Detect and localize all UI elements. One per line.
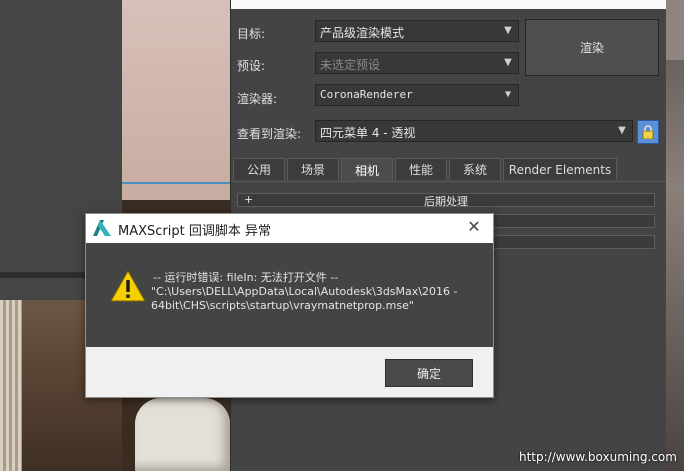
viewport-right-scene xyxy=(665,0,684,471)
viewport-guide-line xyxy=(122,182,232,184)
viewport-column xyxy=(0,300,22,471)
error-message-line3: 64bit\CHS\scripts\startup\vraymatnetprop… xyxy=(151,299,414,312)
dialog-footer: 确定 xyxy=(86,347,493,397)
tab-camera[interactable]: 相机 xyxy=(341,158,393,181)
preset-placeholder: 未选定预设 xyxy=(320,58,381,72)
watermark: http://www.boxuming.com xyxy=(519,450,677,464)
error-message-line1: -- 运行时错误: fileIn: 无法打开文件 -- xyxy=(153,271,339,284)
close-icon[interactable]: ✕ xyxy=(464,217,484,237)
view-to-render-value: 四元菜单 4 - 透视 xyxy=(320,126,416,140)
renderer-value: CoronaRenderer xyxy=(320,88,413,101)
tab-performance[interactable]: 性能 xyxy=(395,158,447,180)
dialog-titlebar: MAXScript 回调脚本 异常 ✕ xyxy=(86,214,493,243)
maxscript-error-dialog: MAXScript 回调脚本 异常 ✕ -- 运行时错误: fileIn: 无法… xyxy=(85,213,494,398)
preset-label: 预设: xyxy=(237,59,266,73)
dialog-title: MAXScript 回调脚本 异常 xyxy=(118,224,271,239)
view-to-render-dropdown[interactable]: 四元菜单 4 - 透视 ▼ xyxy=(315,120,633,142)
3dsmax-logo-icon xyxy=(93,220,111,236)
chevron-down-icon: ▼ xyxy=(504,25,512,36)
warning-icon xyxy=(110,270,146,302)
dialog-body: -- 运行时错误: fileIn: 无法打开文件 -- "C:\Users\DE… xyxy=(86,243,493,347)
viewport-right-top xyxy=(665,0,684,60)
target-dropdown[interactable]: 产品级渲染模式 ▼ xyxy=(315,20,519,42)
renderer-label: 渲染器: xyxy=(237,92,278,106)
ok-button[interactable]: 确定 xyxy=(385,359,473,387)
tab-system[interactable]: 系统 xyxy=(449,158,501,180)
render-button[interactable]: 渲染 xyxy=(525,19,659,76)
viewport-sofa xyxy=(135,398,230,471)
tab-common[interactable]: 公用 xyxy=(233,158,285,180)
error-message: -- 运行时错误: fileIn: 无法打开文件 -- "C:\Users\DE… xyxy=(151,271,481,313)
view-to-render-label: 查看到渲染: xyxy=(237,127,302,141)
rollout-title: 后期处理 xyxy=(424,195,468,208)
chevron-down-icon: ▼ xyxy=(618,125,626,136)
tab-scene[interactable]: 场景 xyxy=(287,158,339,180)
renderer-dropdown[interactable]: CoronaRenderer ▼ xyxy=(315,84,519,106)
panel-titlebar xyxy=(231,0,666,9)
rollout-post-processing[interactable]: + 后期处理 xyxy=(237,193,655,208)
target-label: 目标: xyxy=(237,27,266,41)
lock-view-button[interactable] xyxy=(637,120,659,144)
render-tabs: 公用 场景 相机 性能 系统 Render Elements xyxy=(231,158,666,182)
error-message-line2: "C:\Users\DELL\AppData\Local\Autodesk\3d… xyxy=(151,285,458,298)
viewport-wall-pink xyxy=(122,0,230,200)
lock-icon xyxy=(642,125,654,139)
chevron-down-icon: ▼ xyxy=(504,89,512,100)
chevron-down-icon: ▼ xyxy=(504,57,512,68)
preset-dropdown[interactable]: 未选定预设 ▼ xyxy=(315,52,519,74)
target-value: 产品级渲染模式 xyxy=(320,26,405,40)
tab-render-elements[interactable]: Render Elements xyxy=(503,158,617,180)
